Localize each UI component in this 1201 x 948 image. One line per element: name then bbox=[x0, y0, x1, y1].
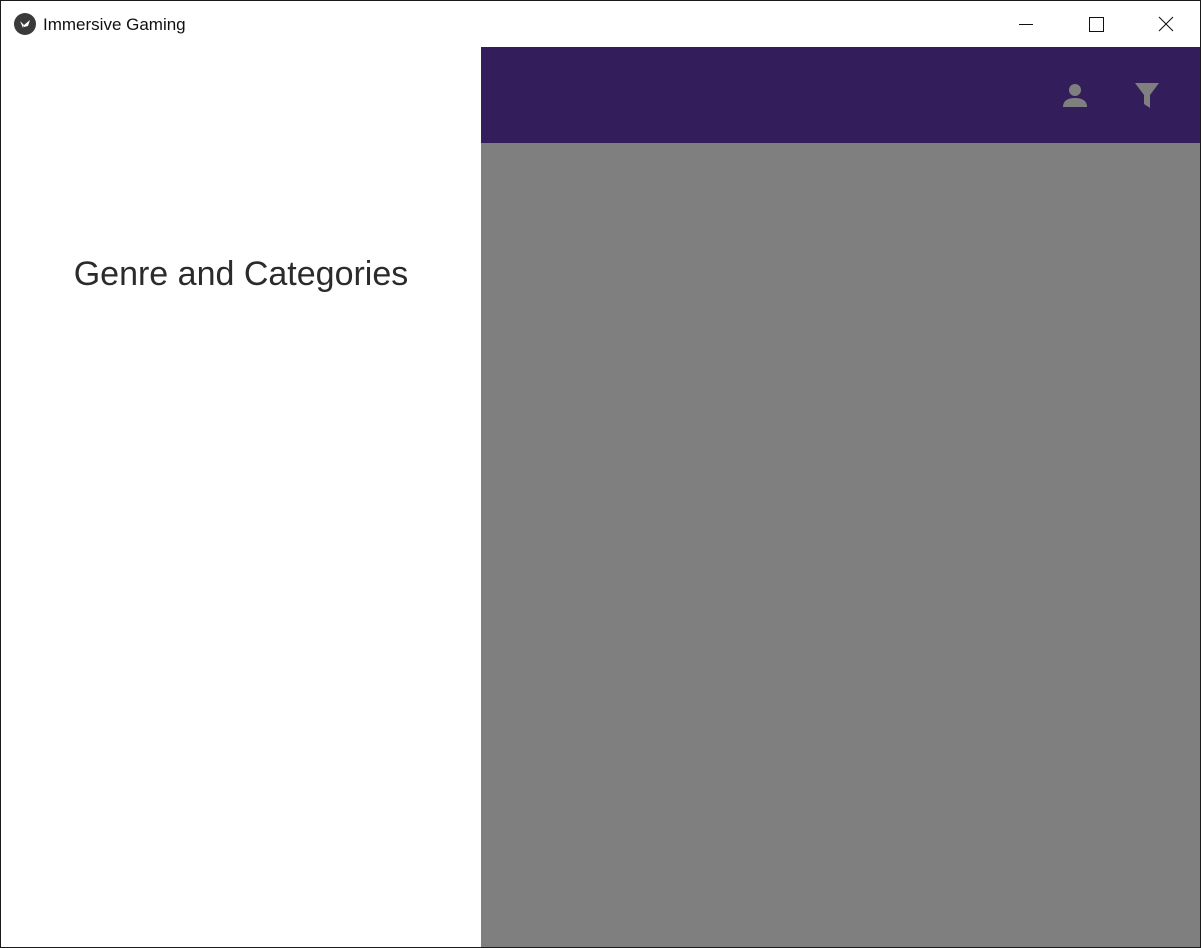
maximize-button[interactable] bbox=[1061, 1, 1131, 47]
drawer-title: Genre and Categories bbox=[73, 255, 409, 293]
navigation-drawer: Genre and Categories bbox=[1, 47, 481, 947]
close-button[interactable] bbox=[1131, 1, 1200, 47]
maximize-icon bbox=[1089, 17, 1104, 32]
main-screen bbox=[481, 47, 1200, 947]
app-content: Genre and Categories bbox=[1, 47, 1200, 947]
title-bar[interactable]: Immersive Gaming bbox=[1, 1, 1200, 47]
close-icon bbox=[1158, 16, 1174, 32]
app-window: Immersive Gaming Genre and Categories bbox=[0, 0, 1201, 948]
kivy-logo-icon bbox=[14, 13, 36, 35]
drawer-scrim-overlay[interactable] bbox=[481, 47, 1200, 947]
minimize-icon bbox=[1019, 24, 1033, 25]
window-title: Immersive Gaming bbox=[43, 15, 186, 34]
minimize-button[interactable] bbox=[991, 1, 1061, 47]
